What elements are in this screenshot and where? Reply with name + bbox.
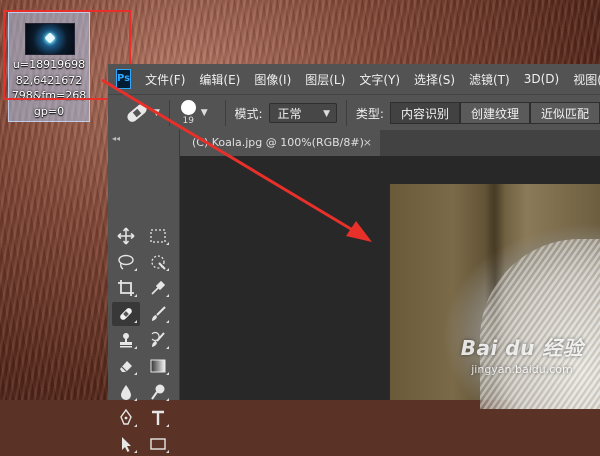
eraser-tool-icon[interactable] <box>112 354 140 378</box>
divider <box>168 100 170 126</box>
move-tool-icon[interactable] <box>112 224 140 248</box>
history-brush-tool-icon[interactable] <box>144 328 172 352</box>
tool-preset-picker[interactable]: ▼ <box>125 102 160 124</box>
type-proximity-match-button[interactable]: 近似匹配 <box>529 102 600 124</box>
chevron-down-icon: ▼ <box>153 108 160 118</box>
photoshop-logo-icon: Ps <box>116 69 132 89</box>
document-tab-bar: (C) Koala.jpg @ 100%(RGB/8#) × <box>180 130 600 156</box>
spot-healing-brush-tool-icon[interactable] <box>112 302 140 326</box>
pen-tool-icon[interactable] <box>112 406 140 430</box>
type-label: 类型: <box>355 106 384 121</box>
document-tab-title: (C) Koala.jpg @ 100%(RGB/8#) <box>192 136 364 149</box>
quick-selection-tool-icon[interactable] <box>144 250 172 274</box>
menu-3d[interactable]: 3D(D) <box>524 72 559 86</box>
mode-select[interactable]: 正常 ▼ <box>268 103 338 123</box>
mode-value: 正常 <box>277 107 302 121</box>
options-bar: ▼ 19 ▼ 模式: 正常 ▼ 类型: 内容识别 创建纹理 近似匹配 <box>108 94 600 131</box>
rectangle-tool-icon[interactable] <box>144 432 172 456</box>
brush-tool-icon[interactable] <box>144 302 172 326</box>
menu-view[interactable]: 视图( <box>573 71 600 88</box>
spot-healing-brush-icon <box>125 102 149 124</box>
dodge-tool-icon[interactable] <box>144 380 172 404</box>
menu-layer[interactable]: 图层(L) <box>305 71 345 88</box>
gradient-tool-icon[interactable] <box>144 354 172 378</box>
chevron-down-icon[interactable]: ▼ <box>201 108 208 118</box>
menu-edit[interactable]: 编辑(E) <box>199 71 240 88</box>
eyedropper-tool-icon[interactable] <box>144 276 172 300</box>
collapse-icon[interactable]: ◂◂ <box>112 134 120 143</box>
baidu-jingyan-watermark: Bai du 经验 jingyan.baidu.com <box>448 332 596 396</box>
menu-bar: Ps 文件(F) 编辑(E) 图像(I) 图层(L) 文字(Y) 选择(S) 滤… <box>108 64 600 94</box>
brush-tip-icon <box>180 100 196 115</box>
brush-size-value: 19 <box>182 116 194 126</box>
close-icon[interactable]: × <box>363 130 372 156</box>
watermark-url: jingyan.baidu.com <box>471 363 573 376</box>
crop-tool-icon[interactable] <box>112 276 140 300</box>
mode-label: 模式: <box>234 106 263 121</box>
menu-filter[interactable]: 滤镜(T) <box>469 71 510 88</box>
brush-picker[interactable]: 19 <box>180 100 196 126</box>
divider <box>224 100 226 126</box>
lasso-tool-icon[interactable] <box>112 250 140 274</box>
type-tool-icon[interactable] <box>144 406 172 430</box>
menu-type[interactable]: 文字(Y) <box>359 71 400 88</box>
menu-image[interactable]: 图像(I) <box>254 71 291 88</box>
watermark-logo: Bai du 经验 <box>460 336 584 360</box>
clone-stamp-tool-icon[interactable] <box>112 328 140 352</box>
type-create-texture-button[interactable]: 创建纹理 <box>459 102 530 124</box>
blur-tool-icon[interactable] <box>112 380 140 404</box>
chevron-down-icon: ▼ <box>323 109 331 119</box>
document-tab[interactable]: (C) Koala.jpg @ 100%(RGB/8#) × <box>180 130 380 156</box>
path-selection-tool-icon[interactable] <box>112 432 140 456</box>
file-name-line: gp=0 <box>33 104 65 118</box>
toolbox: ◂◂ <box>108 130 180 453</box>
menu-select[interactable]: 选择(S) <box>414 71 455 88</box>
divider <box>346 100 347 126</box>
marquee-tool-icon[interactable] <box>144 224 172 248</box>
type-content-aware-button[interactable]: 内容识别 <box>389 102 460 124</box>
menu-file[interactable]: 文件(F) <box>145 71 185 88</box>
